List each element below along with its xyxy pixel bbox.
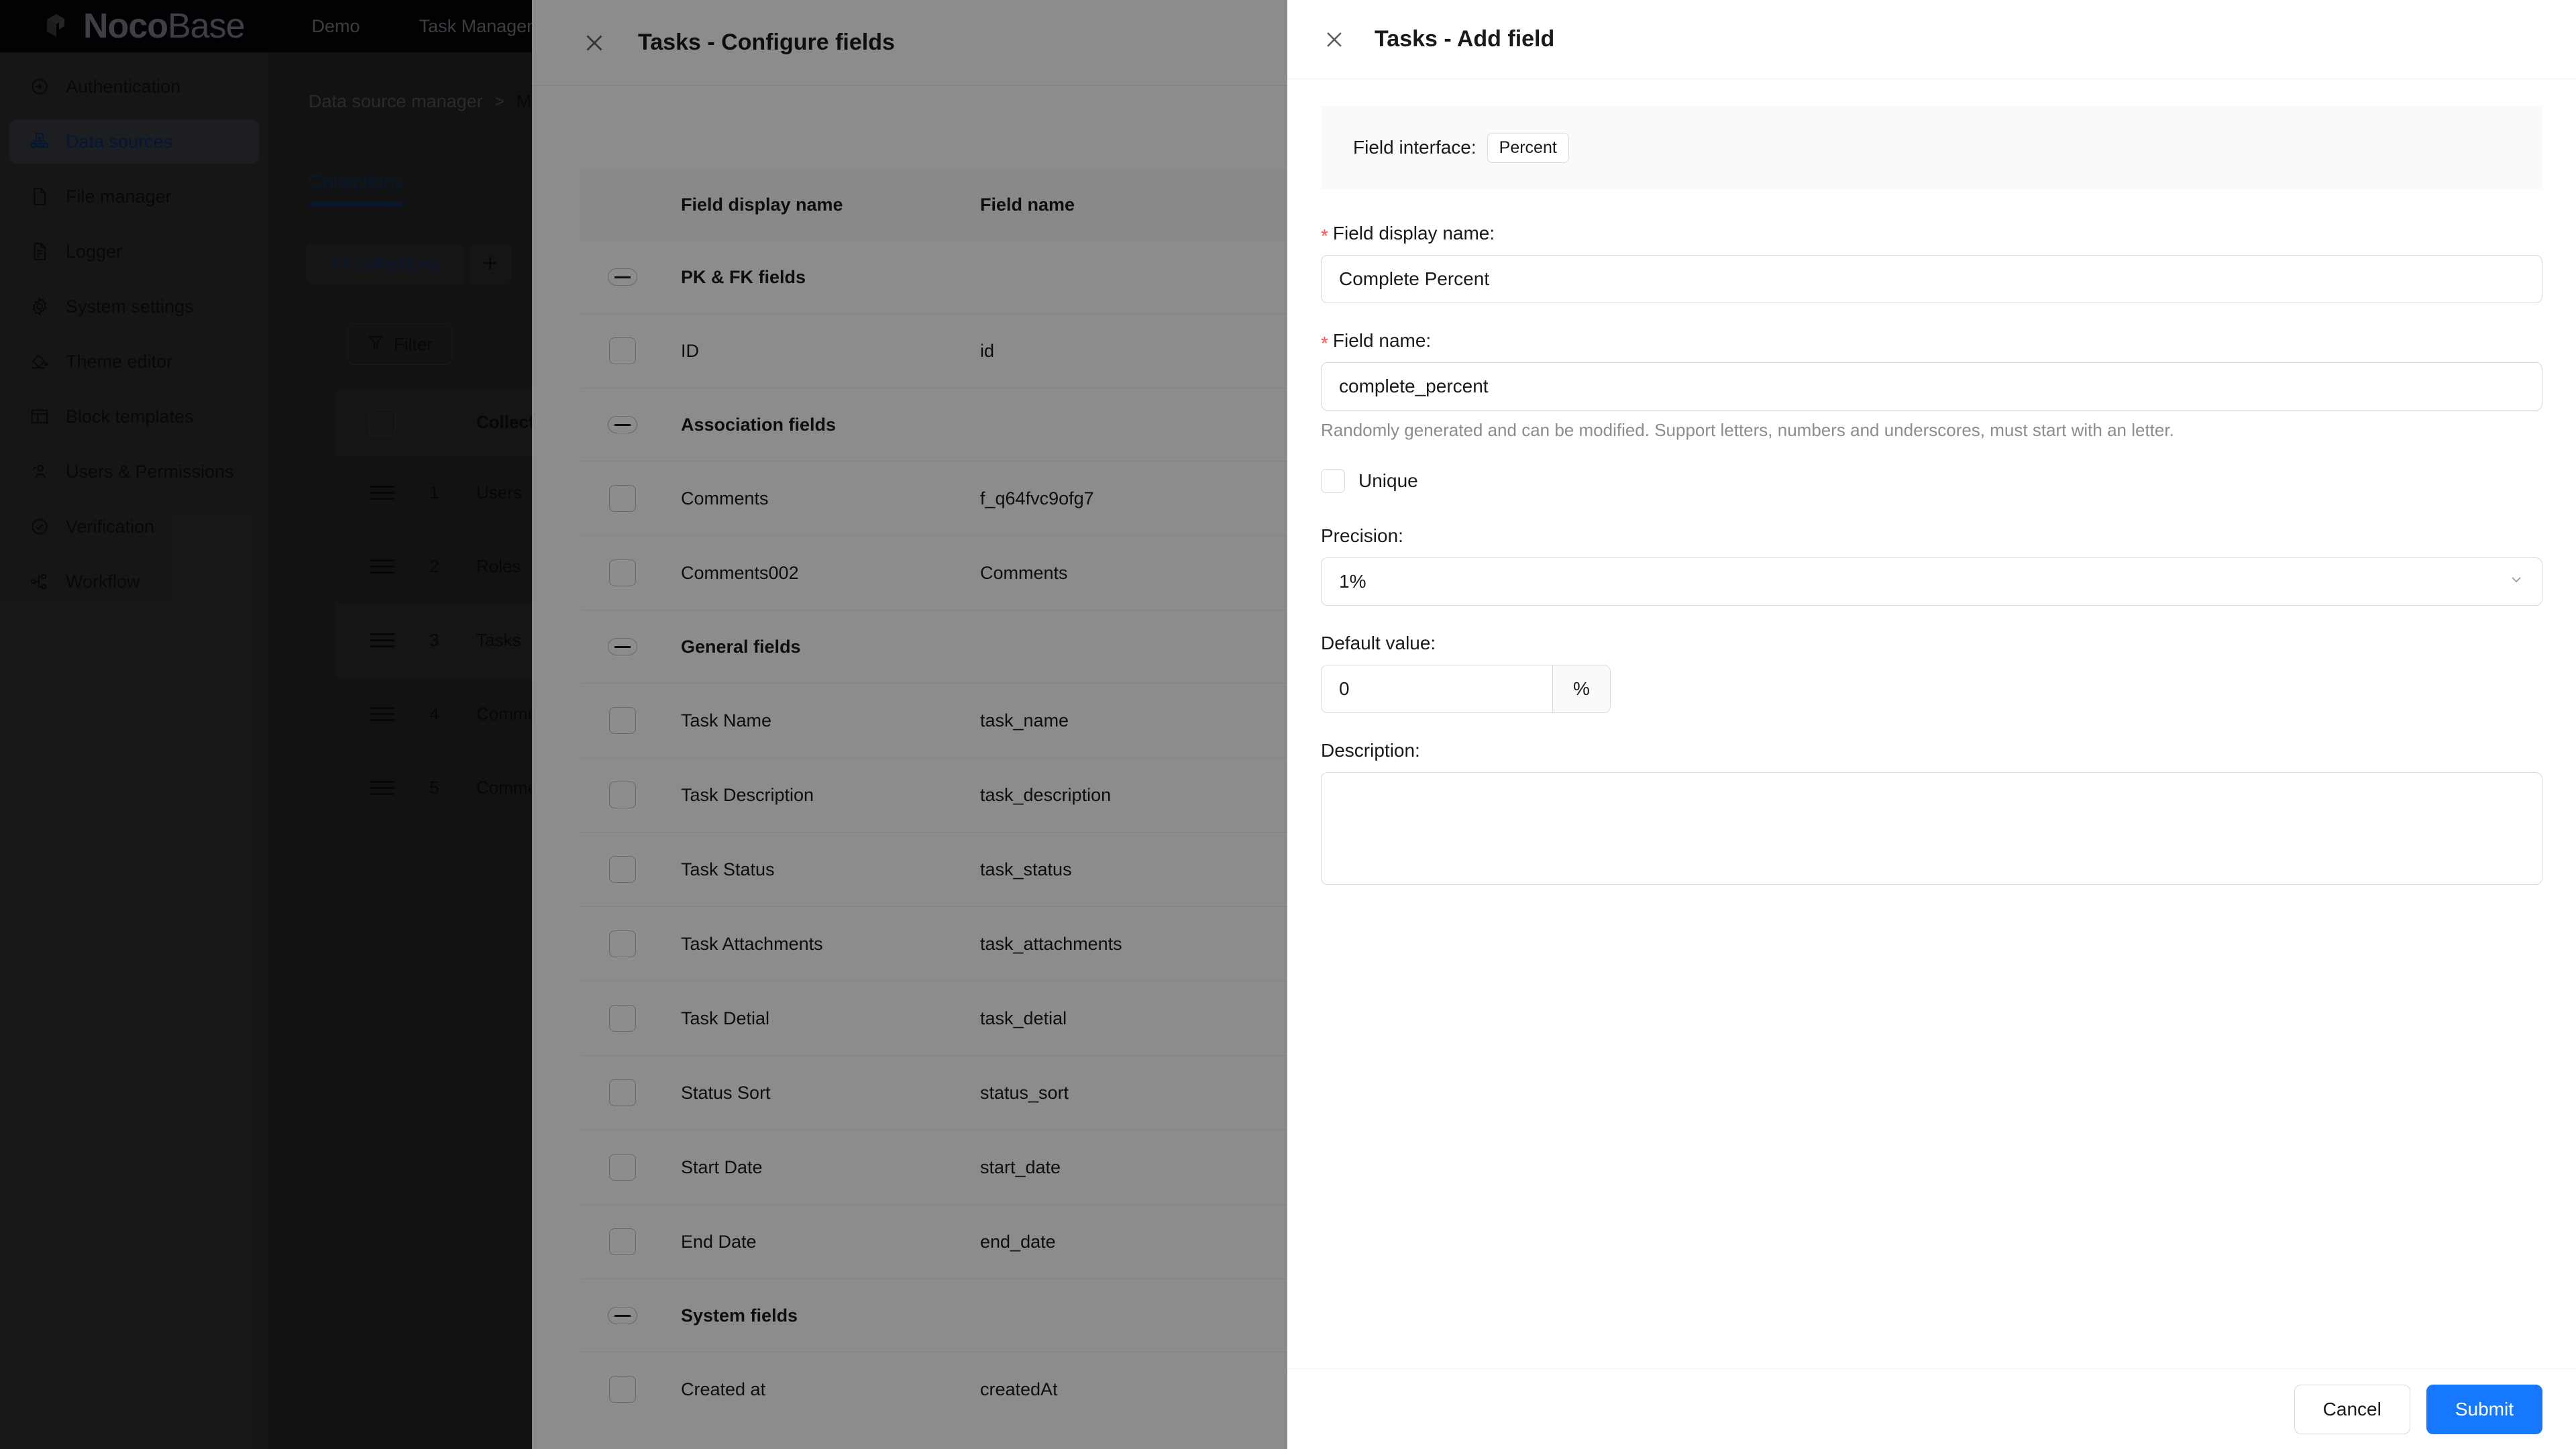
percent-suffix: % <box>1552 665 1610 712</box>
precision-label: Precision: <box>1321 525 2542 547</box>
required-asterisk-icon: * <box>1321 333 1328 354</box>
description-group: Description: <box>1321 740 2542 885</box>
add-field-header: Tasks - Add field <box>1287 0 2576 79</box>
default-value-group: Default value: 0 % <box>1321 633 2542 713</box>
unique-checkbox[interactable] <box>1321 469 1345 493</box>
add-field-title: Tasks - Add field <box>1375 26 1555 52</box>
field-interface-value[interactable]: Percent <box>1487 132 1569 163</box>
unique-checkbox-row[interactable]: Unique <box>1321 469 2542 493</box>
precision-value: 1% <box>1339 571 1366 592</box>
field-name-label: * Field name: <box>1321 330 2542 354</box>
add-field-drawer: Tasks - Add field Field interface: Perce… <box>1287 0 2576 1449</box>
description-textarea[interactable] <box>1321 772 2542 885</box>
submit-button[interactable]: Submit <box>2426 1384 2542 1434</box>
description-label-text: Description: <box>1321 740 1420 761</box>
screen-root: NocoBase Demo Task Management Authentica… <box>0 0 2576 1449</box>
default-value-label-text: Default value: <box>1321 633 1436 653</box>
precision-group: Precision: 1% <box>1321 525 2542 606</box>
field-name-helper-text: Randomly generated and can be modified. … <box>1321 420 2174 440</box>
chevron-down-icon <box>2508 572 2524 592</box>
cancel-button[interactable]: Cancel <box>2294 1384 2410 1434</box>
field-interface-row: Field interface: Percent <box>1321 106 2542 189</box>
default-value-input[interactable]: 0 <box>1322 665 1552 712</box>
default-value-text: 0 <box>1339 678 1350 699</box>
precision-select[interactable]: 1% <box>1321 557 2542 606</box>
field-name-label-text: Field name: <box>1332 330 1432 351</box>
field-display-name-value: Complete Percent <box>1339 268 1490 289</box>
add-field-footer: Cancel Submit <box>1287 1368 2576 1449</box>
field-name-group: * Field name: complete_percent Randomly … <box>1321 330 2542 441</box>
field-name-input[interactable]: complete_percent <box>1321 362 2542 411</box>
field-display-name-group: * Field display name: Complete Percent <box>1321 223 2542 303</box>
add-field-form: Field interface: Percent * Field display… <box>1287 79 2576 1368</box>
field-display-name-input[interactable]: Complete Percent <box>1321 255 2542 303</box>
field-display-name-label: * Field display name: <box>1321 223 2542 246</box>
default-value-input-wrapper: 0 % <box>1321 665 1611 713</box>
close-icon[interactable] <box>1321 26 1348 53</box>
precision-label-text: Precision: <box>1321 525 1403 546</box>
field-display-name-label-text: Field display name: <box>1332 223 1495 244</box>
default-value-label: Default value: <box>1321 633 2542 654</box>
description-label: Description: <box>1321 740 2542 761</box>
required-asterisk-icon: * <box>1321 225 1328 246</box>
field-name-value: complete_percent <box>1339 376 1489 396</box>
field-interface-label: Field interface: <box>1353 137 1477 158</box>
unique-label: Unique <box>1358 470 1418 491</box>
